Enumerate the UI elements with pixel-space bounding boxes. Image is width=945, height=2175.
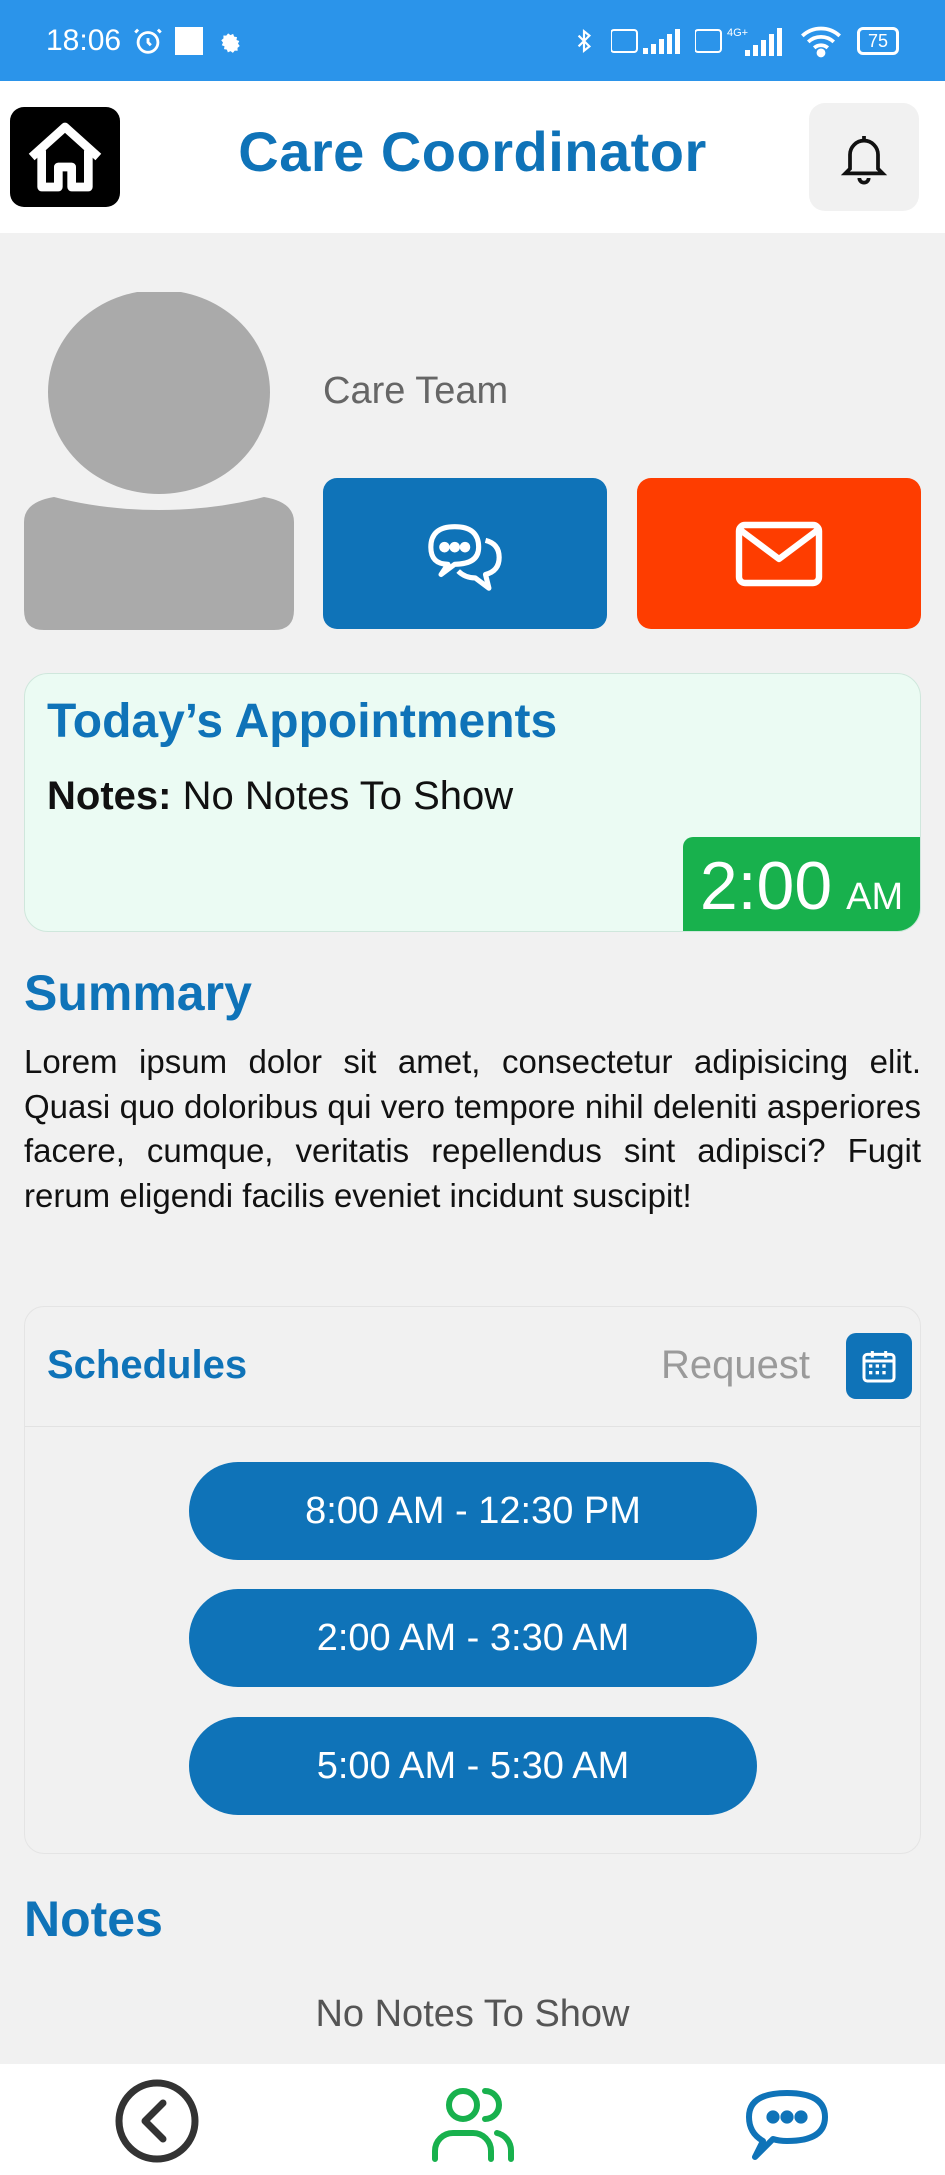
- appointments-title: Today’s Appointments: [47, 695, 558, 748]
- bottom-nav: [0, 2064, 945, 2175]
- calendar-icon: [862, 1351, 896, 1383]
- appointments-card[interactable]: Today’s Appointments Notes: No Notes To …: [24, 673, 921, 932]
- alarm-icon: [131, 24, 165, 58]
- battery-indicator: 75: [856, 26, 899, 55]
- notes-label: Notes:: [47, 774, 172, 818]
- summary-text: Lorem ipsum dolor sit amet, consectetur …: [24, 1043, 921, 1214]
- appointment-notes: Notes: No Notes To Show: [47, 774, 513, 819]
- bluetooth-icon: [571, 24, 597, 58]
- avatar: [24, 290, 294, 630]
- settings-gear-icon: [213, 26, 243, 56]
- page-title: Care Coordinator: [238, 120, 707, 183]
- schedule-slot[interactable]: 8:00 AM - 12:30 PM: [189, 1462, 757, 1560]
- schedule-slot[interactable]: 5:00 AM - 5:30 AM: [189, 1717, 757, 1815]
- notes-title: Notes: [24, 1891, 163, 1947]
- request-label[interactable]: Request: [661, 1343, 810, 1388]
- bell-icon: [840, 136, 888, 185]
- appointment-time-badge: 2:00 AM: [683, 837, 920, 931]
- chat-button[interactable]: [323, 478, 607, 629]
- signal-1-icon: [610, 26, 681, 56]
- app-header: Care Coordinator: [0, 81, 945, 233]
- nav-back-button[interactable]: [112, 2076, 202, 2166]
- appointment-meridiem: AM: [846, 876, 904, 918]
- nav-messages-button[interactable]: [742, 2078, 832, 2168]
- network-type: 4G+: [727, 27, 748, 39]
- summary-title: Summary: [24, 965, 252, 1021]
- appointment-time: 2:00: [699, 848, 833, 924]
- schedules-header: Schedules Request: [25, 1307, 920, 1427]
- back-chevron-icon: [115, 2079, 199, 2163]
- wifi-icon: [799, 24, 843, 58]
- chat-bubbles-icon: [428, 523, 502, 591]
- nav-people-button[interactable]: [428, 2078, 518, 2168]
- notes-value: No Notes To Show: [182, 774, 514, 818]
- notifications-button[interactable]: [809, 103, 919, 211]
- mail-icon: [735, 521, 823, 586]
- schedules-card: Schedules Request 8:00 AM - 12:30 PM 2:0…: [24, 1306, 921, 1854]
- mail-button[interactable]: [637, 478, 921, 629]
- signal-2-icon: 4G+: [694, 24, 785, 58]
- status-time: 18:06: [46, 23, 122, 57]
- notes-empty-text: No Notes To Show: [315, 1993, 630, 2035]
- care-team-label: Care Team: [323, 370, 509, 412]
- request-calendar-button[interactable]: [846, 1333, 912, 1399]
- schedule-slot[interactable]: 2:00 AM - 3:30 AM: [189, 1589, 757, 1687]
- people-icon: [432, 2088, 514, 2162]
- messages-icon: [746, 2090, 828, 2160]
- status-bar: 18:06 4G+ 75: [0, 0, 945, 81]
- schedules-title: Schedules: [47, 1343, 248, 1387]
- notification-square-icon: [175, 26, 204, 55]
